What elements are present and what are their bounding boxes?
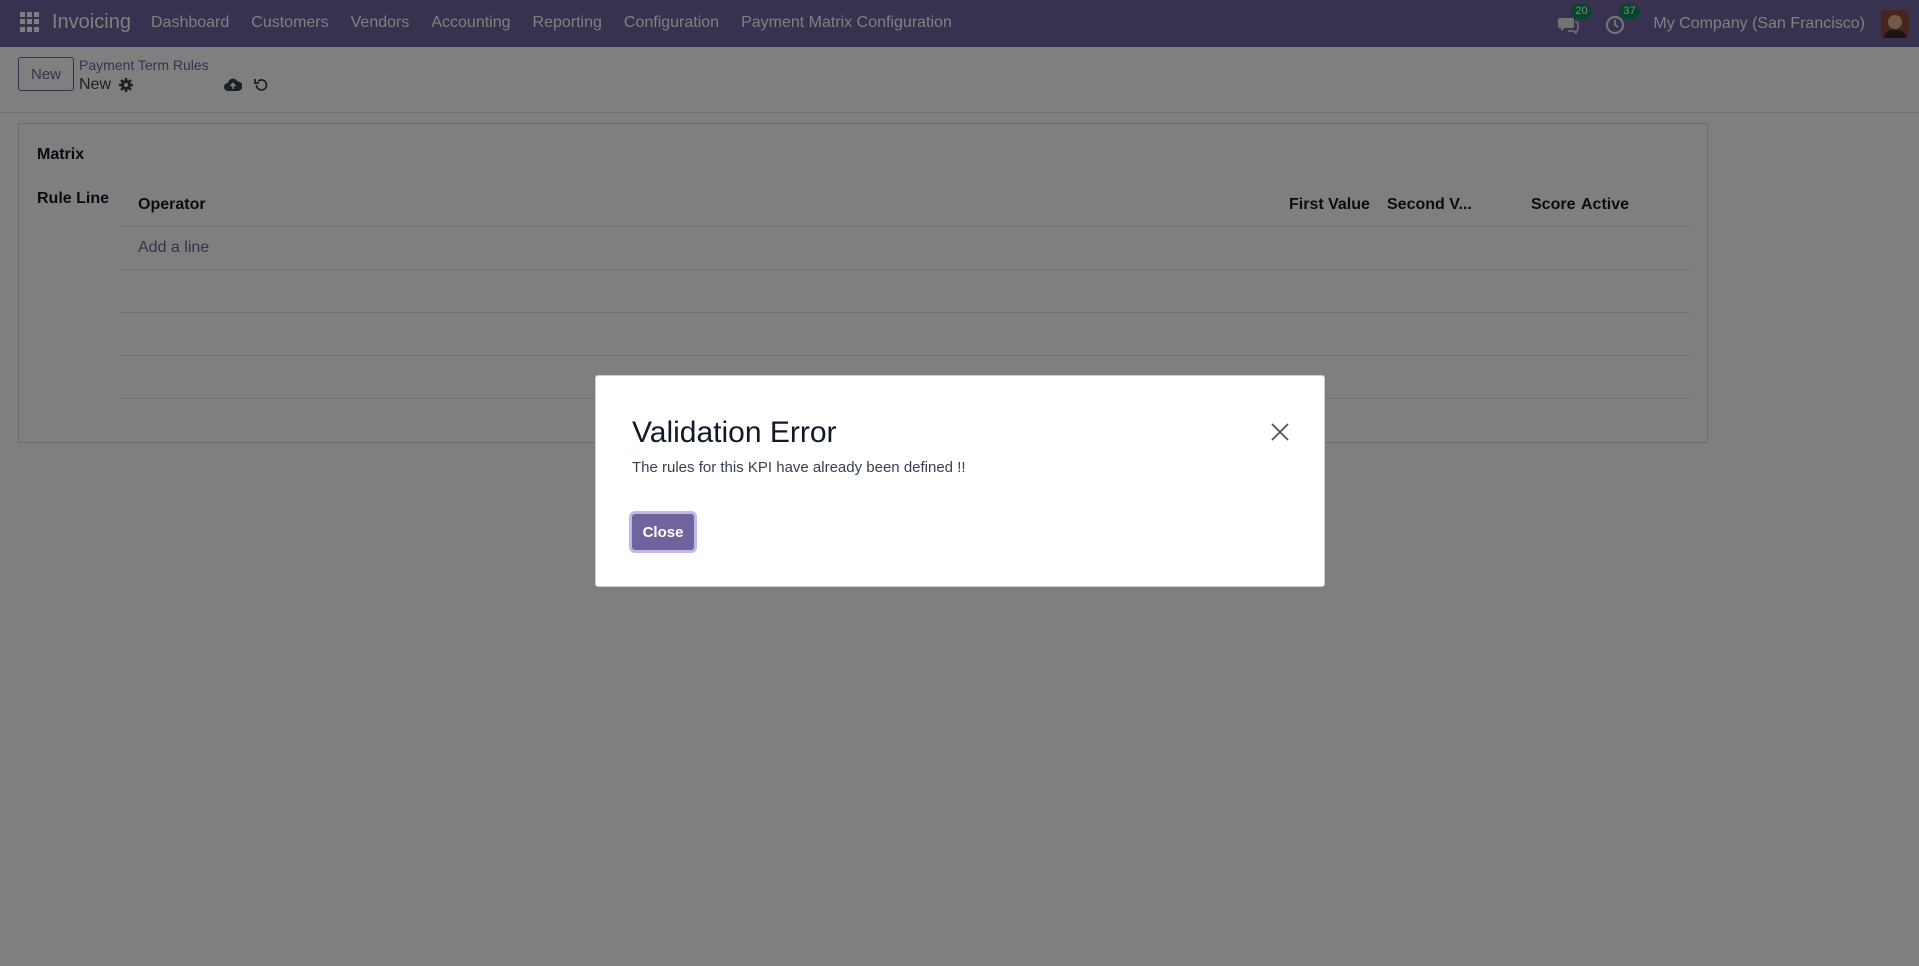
close-button[interactable]: Close [632,514,694,550]
validation-error-dialog: Validation Error The rules for this KPI … [595,375,1325,587]
dialog-title: Validation Error [632,416,837,449]
dialog-message: The rules for this KPI have already been… [632,459,966,476]
close-icon[interactable] [1270,422,1290,442]
